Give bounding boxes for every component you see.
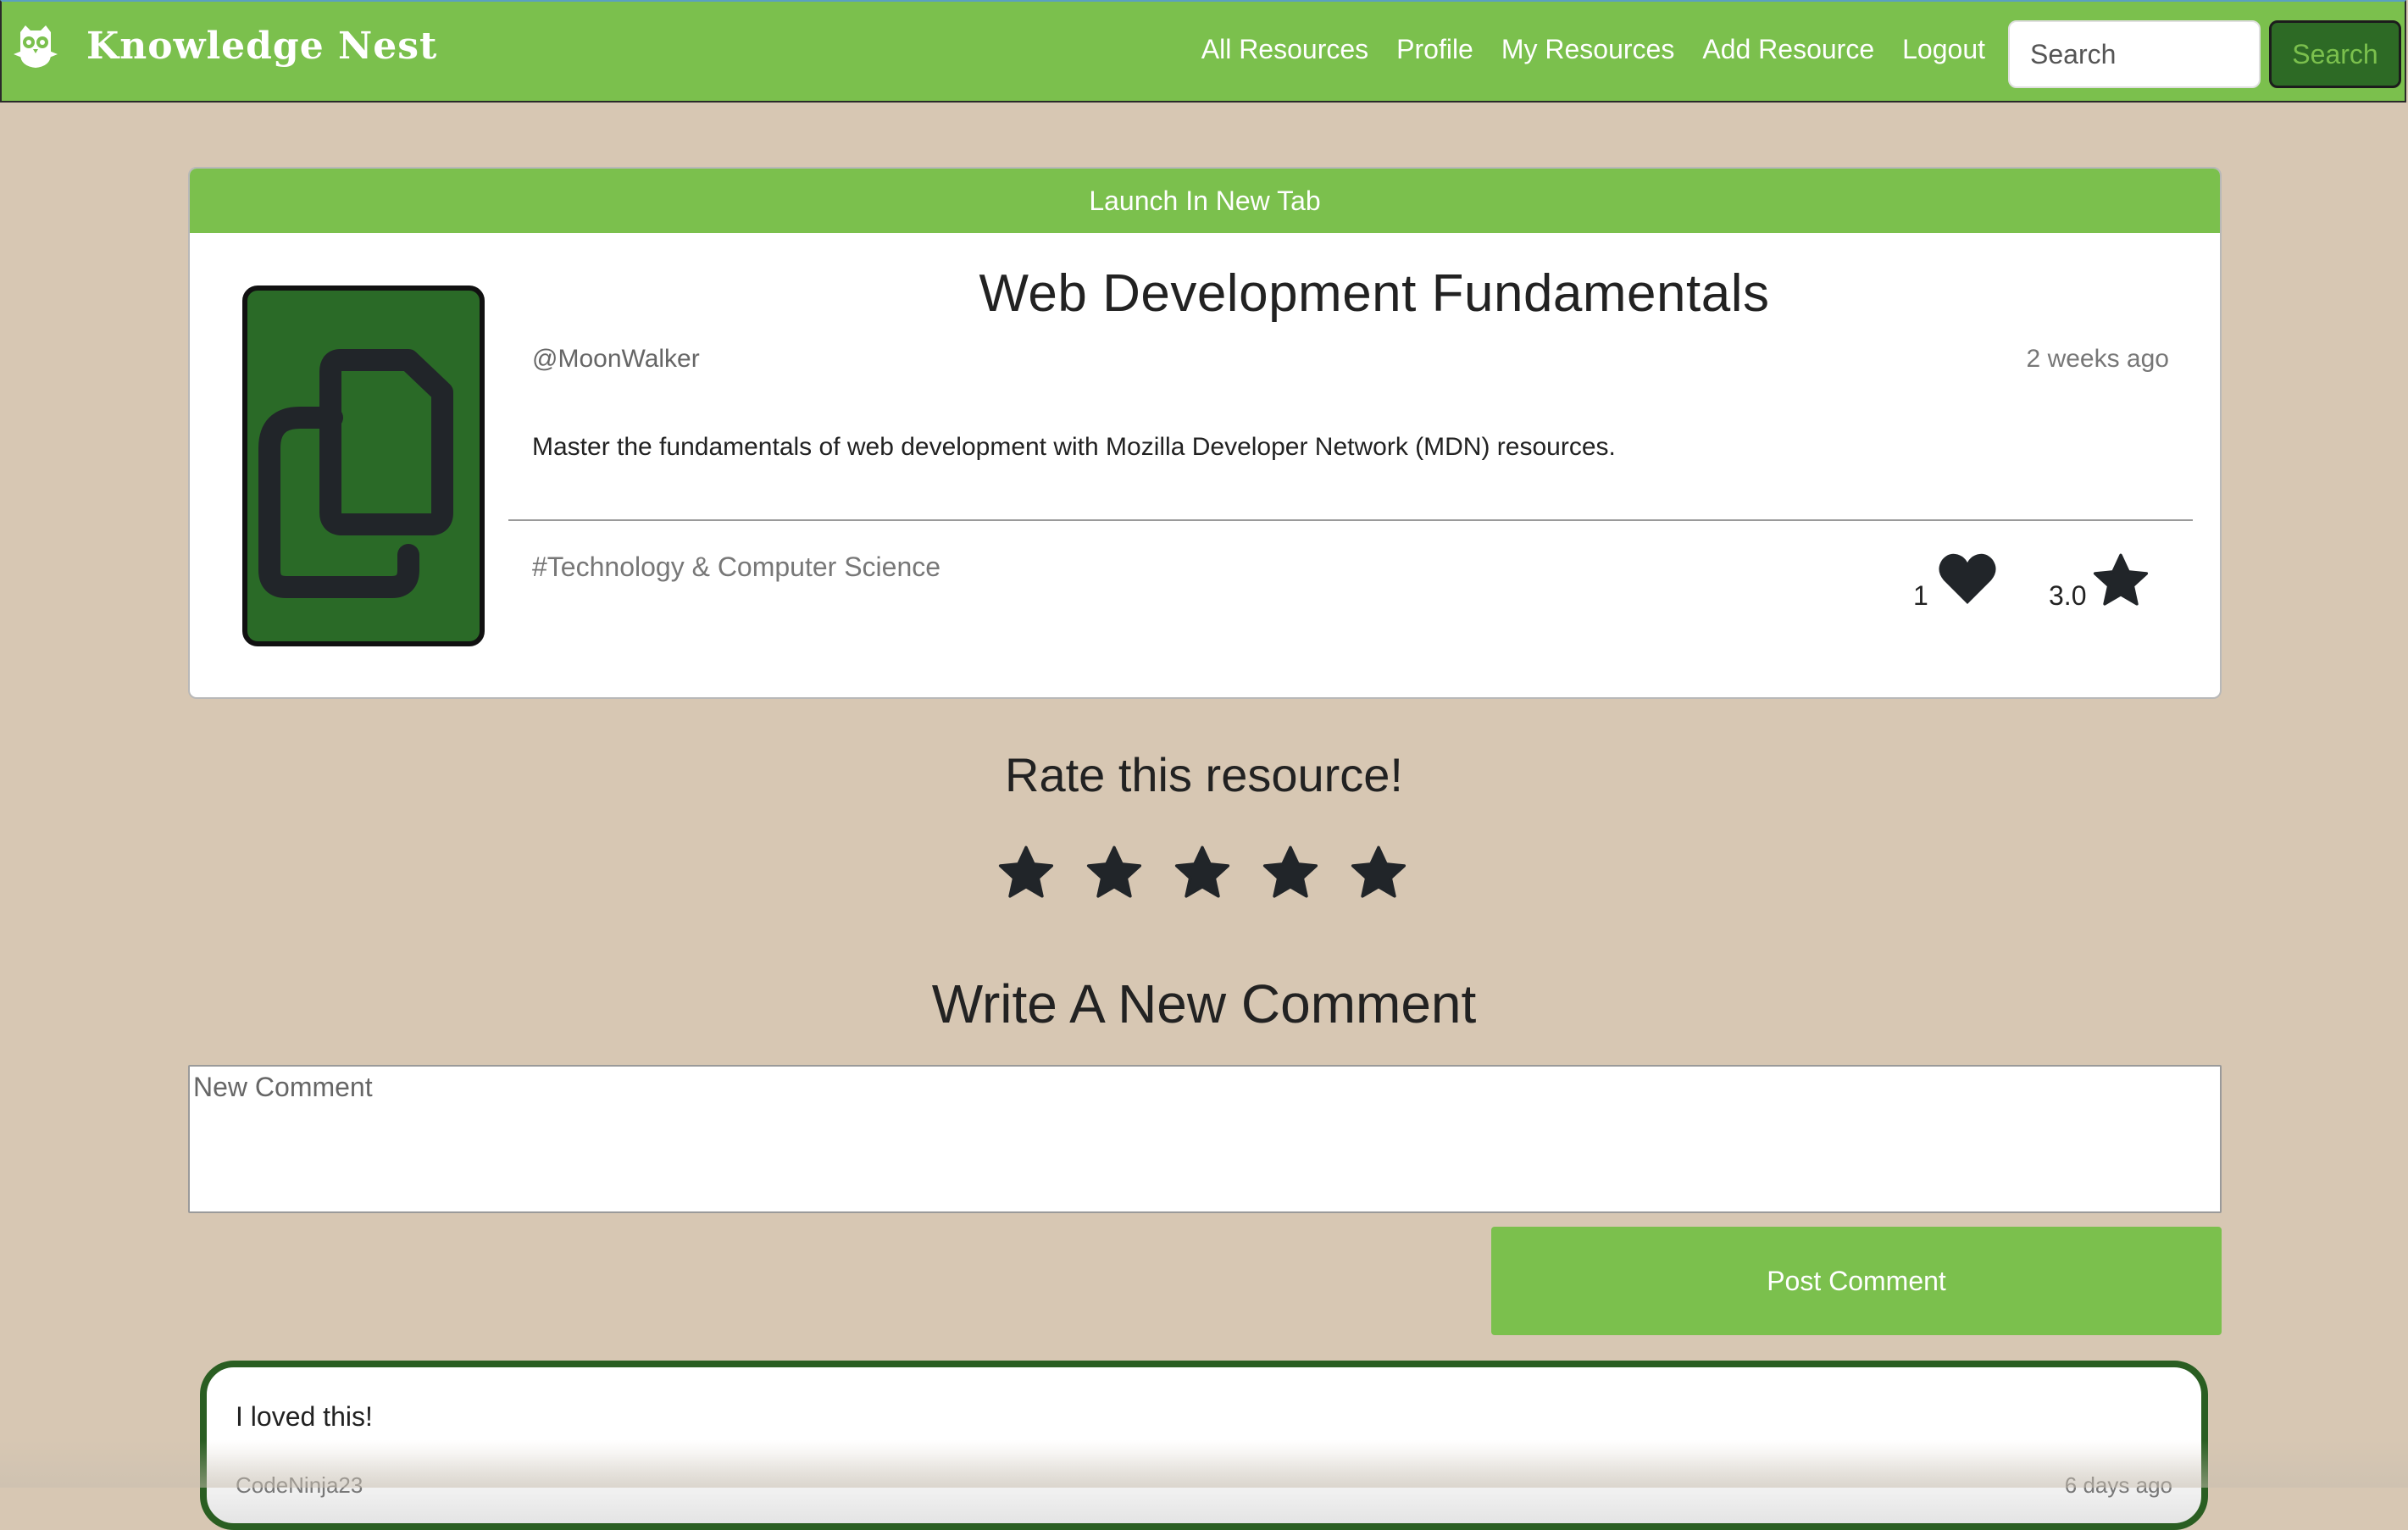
rating-stars — [996, 844, 1408, 903]
comment-author[interactable]: CodeNinja23 — [236, 1472, 363, 1499]
brand[interactable]: Knowledge Nest — [10, 20, 437, 71]
star-icon — [2093, 553, 2149, 606]
resource-title: Web Development Fundamentals — [979, 264, 1770, 323]
copy-documents-icon — [258, 349, 453, 598]
navbar: Knowledge Nest All Resources Profile My … — [0, 0, 2406, 103]
search-input[interactable] — [2008, 20, 2261, 88]
resource-card: Launch In New Tab Web Development Fundam… — [188, 167, 2222, 699]
divider — [508, 519, 2193, 521]
resource-thumbnail[interactable] — [242, 285, 485, 646]
comment-heading: Write A New Comment — [931, 973, 1477, 1034]
average-rating: 3.0 — [2049, 580, 2087, 611]
star-icon-2[interactable] — [1085, 844, 1144, 903]
resource-description: Master the fundamentals of web developme… — [532, 433, 1616, 461]
heart-icon[interactable] — [1937, 552, 1998, 606]
star-icon-3[interactable] — [1173, 844, 1232, 903]
nav-link-my-resources[interactable]: My Resources — [1501, 34, 1675, 65]
nav-link-profile[interactable]: Profile — [1396, 34, 1473, 65]
brand-name: Knowledge Nest — [86, 24, 438, 68]
comment-timestamp: 6 days ago — [2064, 1472, 2172, 1498]
launch-in-new-tab-button[interactable]: Launch In New Tab — [190, 169, 2220, 233]
resource-tag[interactable]: #Technology & Computer Science — [532, 552, 940, 583]
nav-link-logout[interactable]: Logout — [1902, 34, 1985, 65]
resource-author[interactable]: @MoonWalker — [532, 345, 700, 374]
likes-count: 1 — [1913, 580, 1928, 611]
new-comment-input[interactable] — [188, 1065, 2222, 1213]
nav-link-add-resource[interactable]: Add Resource — [1702, 34, 1874, 65]
rate-heading: Rate this resource! — [1005, 748, 1403, 801]
comment-text: I loved this! — [236, 1401, 373, 1432]
comment-card: I loved this! CodeNinja23 6 days ago — [200, 1361, 2208, 1530]
star-icon-1[interactable] — [996, 844, 1056, 903]
post-comment-button[interactable]: Post Comment — [1491, 1227, 2222, 1335]
resource-timestamp: 2 weeks ago — [2026, 345, 2169, 373]
star-icon-4[interactable] — [1261, 844, 1320, 903]
nav-link-all-resources[interactable]: All Resources — [1201, 34, 1368, 65]
search-button[interactable]: Search — [2269, 20, 2401, 88]
nav-links: All Resources Profile My Resources Add R… — [1201, 34, 1985, 65]
owl-logo-icon — [14, 25, 58, 68]
star-icon-5[interactable] — [1349, 844, 1408, 903]
